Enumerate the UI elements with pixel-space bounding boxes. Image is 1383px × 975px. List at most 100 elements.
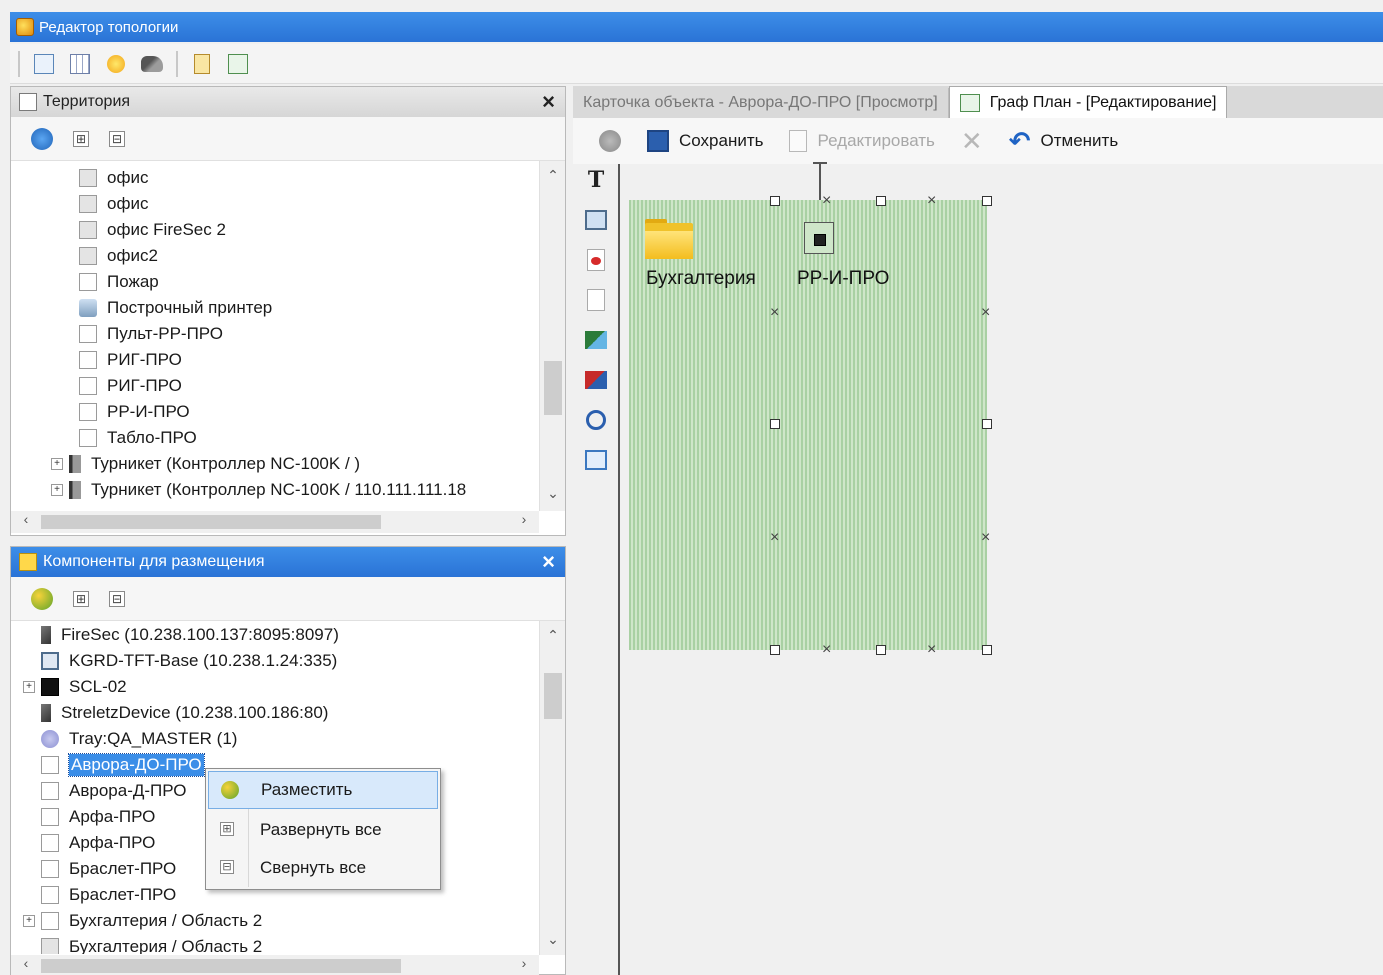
tree-item[interactable]: + Бухгалтерия / Область 2	[23, 908, 539, 934]
checkbox[interactable]	[79, 247, 97, 265]
checkbox[interactable]	[41, 756, 59, 774]
scroll-down-icon[interactable]: ⌄	[540, 931, 566, 953]
expand-node-icon[interactable]: +	[23, 681, 35, 693]
text-tool[interactable]: T	[583, 166, 609, 194]
topology-button[interactable]	[226, 52, 250, 76]
tab-object-card[interactable]: Карточка объекта - Аврора-ДО-ПРО [Просмо…	[573, 88, 949, 118]
checkbox[interactable]	[41, 834, 59, 852]
checkbox[interactable]	[41, 938, 59, 954]
menu-item-expand-all[interactable]: ⊞ Развернуть все	[208, 811, 438, 849]
fit-tool[interactable]	[583, 446, 609, 474]
zoom-tool[interactable]	[583, 406, 609, 434]
tree-item[interactable]: Tray:QA_MASTER (1)	[23, 726, 539, 752]
send-backward-tool[interactable]	[583, 366, 609, 394]
edit-button[interactable]: Редактировать	[789, 130, 935, 152]
tree-item[interactable]: Пульт-РР-ПРО	[51, 321, 539, 347]
move-button[interactable]	[599, 130, 621, 152]
checkbox[interactable]	[41, 886, 59, 904]
checkbox[interactable]	[79, 169, 97, 187]
tree-item[interactable]: РИГ-ПРО	[51, 347, 539, 373]
save-button[interactable]: Сохранить	[647, 130, 763, 152]
place-icon[interactable]	[31, 587, 53, 610]
scroll-left-icon[interactable]: ‹	[15, 955, 37, 975]
checkbox[interactable]	[79, 221, 97, 239]
territory-close-icon[interactable]: ×	[542, 89, 555, 115]
image-tool[interactable]	[583, 206, 609, 234]
resize-handle[interactable]	[770, 419, 780, 429]
territory-horizontal-scrollbar[interactable]: ‹ ›	[11, 511, 539, 533]
tree-item[interactable]: РИГ-ПРО	[51, 373, 539, 399]
menu-item-place[interactable]: Разместить	[208, 771, 438, 809]
resize-handle[interactable]	[876, 645, 886, 655]
pan-button[interactable]	[140, 52, 164, 76]
scroll-right-icon[interactable]: ›	[513, 511, 535, 533]
tree-item[interactable]: + SCL-02	[23, 674, 539, 700]
tree-item[interactable]: KGRD-TFT-Base (10.238.1.24:335)	[23, 648, 539, 674]
folder-icon[interactable]	[645, 219, 693, 259]
checkbox[interactable]	[79, 429, 97, 447]
scroll-up-icon[interactable]: ⌃	[540, 167, 566, 189]
rotation-handle[interactable]	[813, 162, 827, 164]
expand-node-icon[interactable]: +	[51, 458, 63, 470]
scroll-up-icon[interactable]: ⌃	[540, 627, 566, 649]
expand-all-icon[interactable]: ⊞	[73, 130, 89, 147]
expand-node-icon[interactable]: +	[51, 484, 63, 496]
checkbox[interactable]	[41, 912, 59, 930]
properties-button[interactable]	[190, 52, 214, 76]
alarm-tool[interactable]	[583, 246, 609, 274]
tree-item[interactable]: Построчный принтер	[51, 295, 539, 321]
scroll-thumb[interactable]	[41, 959, 401, 973]
bring-forward-tool[interactable]	[583, 326, 609, 354]
resize-handle[interactable]	[876, 196, 886, 206]
tree-item[interactable]: Табло-ПРО	[51, 425, 539, 451]
tree-item[interactable]: Пожар	[51, 269, 539, 295]
tree-item[interactable]: + Турникет (Контроллер NC-100K / )	[51, 451, 539, 477]
tree-view-button[interactable]	[32, 52, 56, 76]
scroll-left-icon[interactable]: ‹	[15, 511, 37, 533]
delete-button[interactable]: ✕	[961, 128, 983, 154]
tree-item[interactable]: офис FireSec 2	[51, 217, 539, 243]
territory-vertical-scrollbar[interactable]: ⌃ ⌄	[539, 161, 565, 511]
cancel-button[interactable]: ↶ Отменить	[1009, 128, 1118, 154]
resize-handle[interactable]	[770, 645, 780, 655]
components-vertical-scrollbar[interactable]: ⌃ ⌄	[539, 621, 565, 955]
tab-plan-graph[interactable]: Граф План - [Редактирование]	[948, 86, 1228, 118]
tree-item[interactable]: FireSec (10.238.100.137:8095:8097)	[23, 622, 539, 648]
tree-item[interactable]: офис	[51, 165, 539, 191]
highlight-button[interactable]	[104, 52, 128, 76]
tree-item[interactable]: StreletzDevice (10.238.100.186:80)	[23, 700, 539, 726]
components-horizontal-scrollbar[interactable]: ‹ ›	[11, 955, 539, 975]
device-icon[interactable]	[804, 222, 834, 254]
tree-item[interactable]: офис2	[51, 243, 539, 269]
checkbox[interactable]	[41, 860, 59, 878]
expand-node-icon[interactable]: +	[23, 915, 35, 927]
tree-item[interactable]: офис	[51, 191, 539, 217]
resize-handle[interactable]	[982, 645, 992, 655]
expand-all-icon[interactable]: ⊞	[73, 590, 89, 607]
collapse-all-icon[interactable]: ⊟	[109, 130, 125, 147]
checkbox[interactable]	[79, 325, 97, 343]
scroll-thumb[interactable]	[544, 361, 562, 415]
tree-item[interactable]: Бухгалтерия / Область 2	[23, 934, 539, 954]
checkbox[interactable]	[79, 377, 97, 395]
grid-view-button[interactable]	[68, 52, 92, 76]
checkbox[interactable]	[79, 273, 97, 291]
checkbox[interactable]	[79, 195, 97, 213]
resize-handle[interactable]	[770, 196, 780, 206]
scroll-thumb[interactable]	[544, 673, 562, 719]
checkbox[interactable]	[79, 403, 97, 421]
components-close-icon[interactable]: ×	[542, 549, 555, 575]
checkbox[interactable]	[79, 351, 97, 369]
resize-handle[interactable]	[982, 419, 992, 429]
scroll-down-icon[interactable]: ⌄	[540, 485, 566, 507]
tree-item[interactable]: РР-И-ПРО	[51, 399, 539, 425]
checkbox[interactable]	[41, 808, 59, 826]
add-territory-button[interactable]	[31, 127, 53, 150]
tree-item[interactable]: + Турникет (Контроллер NC-100K / 110.111.…	[51, 477, 539, 503]
resize-handle[interactable]	[982, 196, 992, 206]
menu-item-collapse-all[interactable]: ⊟ Свернуть все	[208, 849, 438, 887]
checkbox[interactable]	[41, 782, 59, 800]
document-tool[interactable]	[583, 286, 609, 314]
scroll-thumb[interactable]	[41, 515, 381, 529]
scroll-right-icon[interactable]: ›	[513, 955, 535, 975]
